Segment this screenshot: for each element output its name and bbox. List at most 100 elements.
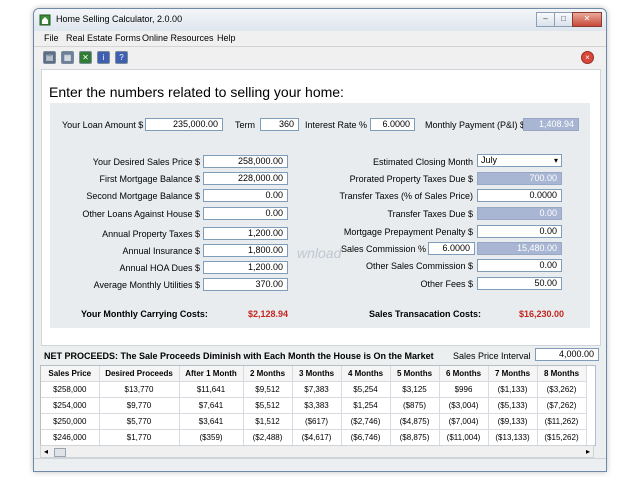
house-icon — [39, 14, 51, 26]
monthly-payment-label: Monthly Payment (P&I) $ — [425, 120, 526, 130]
title-bar: Home Selling Calculator, 2.0.00 – □ ✕ — [34, 9, 606, 32]
menu-online-resources[interactable]: Online Resources — [142, 33, 214, 43]
table-cell: $9,512 — [243, 381, 293, 398]
status-bar — [34, 458, 606, 471]
column-header[interactable]: 7 Months — [488, 366, 538, 382]
menu-real-estate-forms[interactable]: Real Estate Forms — [66, 33, 141, 43]
table-cell: ($2,488) — [243, 429, 293, 445]
close-button[interactable]: ✕ — [572, 12, 602, 27]
column-header[interactable]: Sales Price — [41, 366, 100, 382]
column-header[interactable]: Desired Proceeds — [99, 366, 180, 382]
transaction-costs-label: Sales Transacation Costs: — [369, 309, 482, 319]
menu-file[interactable]: File — [44, 33, 59, 43]
help-icon[interactable]: ? — [115, 51, 128, 64]
minimize-button[interactable]: – — [536, 12, 555, 27]
table-row[interactable]: $250,000 $5,770 $3,641 $1,512 ($617) ($2… — [41, 413, 587, 430]
table-cell: $246,000 — [41, 429, 100, 445]
app-window: Home Selling Calculator, 2.0.00 – □ ✕ Fi… — [33, 8, 607, 472]
info-icon[interactable]: i — [97, 51, 110, 64]
table-cell: $7,641 — [179, 397, 244, 414]
table-cell: $9,770 — [99, 397, 180, 414]
column-header[interactable]: 2 Months — [243, 366, 293, 382]
table-row[interactable]: $246,000 $1,770 ($359) ($2,488) ($4,617)… — [41, 429, 587, 445]
interest-rate-input[interactable]: 6.0000 — [370, 118, 415, 131]
table-cell: ($11,004) — [439, 429, 489, 445]
interval-label: Sales Price Interval — [453, 351, 531, 361]
menu-help[interactable]: Help — [217, 33, 236, 43]
interest-rate-label: Interest Rate % — [305, 120, 368, 130]
calculator-form: Your Loan Amount $ 235,000.00 Term 360 I… — [50, 103, 590, 328]
table-cell: $3,125 — [390, 381, 440, 398]
prorated-taxes-label: Prorated Property Taxes Due $ — [349, 174, 473, 184]
closing-month-select[interactable]: July — [477, 154, 562, 167]
close-calculator-icon[interactable]: × — [581, 51, 594, 64]
transfer-taxes-due-value: 0.00 — [477, 207, 562, 220]
table-cell: $254,000 — [41, 397, 100, 414]
first-mortgage-input[interactable]: 228,000.00 — [203, 172, 288, 185]
table-cell: $250,000 — [41, 413, 100, 430]
insurance-label: Annual Insurance $ — [122, 246, 200, 256]
table-cell: ($617) — [292, 413, 342, 430]
other-fees-label: Other Fees $ — [420, 279, 473, 289]
other-commission-label: Other Sales Commission $ — [365, 261, 473, 271]
transfer-taxes-pct-input[interactable]: 0.0000 — [477, 189, 562, 202]
table-cell: ($8,875) — [390, 429, 440, 445]
utilities-input[interactable]: 370.00 — [203, 278, 288, 291]
other-commission-input[interactable]: 0.00 — [477, 259, 562, 272]
table-cell: $5,770 — [99, 413, 180, 430]
net-proceeds-bar: NET PROCEEDS: The Sale Proceeds Diminish… — [41, 348, 599, 362]
column-header[interactable]: 3 Months — [292, 366, 342, 382]
other-loans-label: Other Loans Against House $ — [82, 209, 200, 219]
table-cell: ($4,875) — [390, 413, 440, 430]
hoa-dues-input[interactable]: 1,200.00 — [203, 261, 288, 274]
table-cell: ($15,262) — [537, 429, 587, 445]
second-mortgage-input[interactable]: 0.00 — [203, 189, 288, 202]
utilities-label: Average Monthly Utilities $ — [93, 280, 200, 290]
table-cell: ($4,617) — [292, 429, 342, 445]
column-header[interactable]: 6 Months — [439, 366, 489, 382]
transfer-taxes-pct-label: Transfer Taxes (% of Sales Price) — [339, 191, 473, 201]
table-row[interactable]: $254,000 $9,770 $7,641 $5,512 $3,383 $1,… — [41, 397, 587, 414]
prepayment-penalty-input[interactable]: 0.00 — [477, 225, 562, 238]
sales-commission-pct-input[interactable]: 6.0000 — [428, 242, 475, 255]
column-header[interactable]: 5 Months — [390, 366, 440, 382]
other-loans-input[interactable]: 0.00 — [203, 207, 288, 220]
prorated-taxes-value: 700.00 — [477, 172, 562, 185]
document-icon[interactable]: ▦ — [61, 51, 74, 64]
first-mortgage-label: First Mortgage Balance $ — [99, 174, 200, 184]
column-header[interactable]: 8 Months — [537, 366, 587, 382]
scroll-right-icon[interactable]: ▸ — [586, 447, 590, 456]
watermark: wnload — [297, 245, 342, 261]
maximize-button[interactable]: □ — [554, 12, 573, 27]
insurance-input[interactable]: 1,800.00 — [203, 244, 288, 257]
column-header[interactable]: 4 Months — [341, 366, 391, 382]
table-cell: ($13,133) — [488, 429, 538, 445]
interval-input[interactable]: 4,000.00 — [535, 348, 599, 361]
monthly-payment-value: 1,408.94 — [523, 118, 579, 131]
table-cell: $7,383 — [292, 381, 342, 398]
page-heading: Enter the numbers related to selling you… — [49, 84, 344, 100]
table-row[interactable]: $258,000 $13,770 $11,641 $9,512 $7,383 $… — [41, 381, 587, 398]
table-cell: ($7,262) — [537, 397, 587, 414]
horizontal-scrollbar[interactable]: ◂ ▸ — [40, 445, 594, 458]
loan-amount-input[interactable]: 235,000.00 — [145, 118, 223, 131]
other-fees-input[interactable]: 50.00 — [477, 277, 562, 290]
column-header[interactable]: After 1 Month — [179, 366, 244, 382]
table-cell: ($2,746) — [341, 413, 391, 430]
desired-sales-price-input[interactable]: 258,000.00 — [203, 155, 288, 168]
table-cell: $3,383 — [292, 397, 342, 414]
excel-icon[interactable]: ✕ — [79, 51, 92, 64]
table-cell: ($5,133) — [488, 397, 538, 414]
table-cell: $3,641 — [179, 413, 244, 430]
hoa-dues-label: Annual HOA Dues $ — [119, 263, 200, 273]
scroll-thumb[interactable] — [54, 448, 66, 457]
table-cell: $5,254 — [341, 381, 391, 398]
property-taxes-input[interactable]: 1,200.00 — [203, 227, 288, 240]
table-cell: ($11,262) — [537, 413, 587, 430]
table-cell: ($3,262) — [537, 381, 587, 398]
term-input[interactable]: 360 — [260, 118, 299, 131]
print-icon[interactable]: ▤ — [43, 51, 56, 64]
table-cell: ($9,133) — [488, 413, 538, 430]
window-title: Home Selling Calculator, 2.0.00 — [56, 14, 183, 24]
scroll-left-icon[interactable]: ◂ — [44, 447, 48, 456]
